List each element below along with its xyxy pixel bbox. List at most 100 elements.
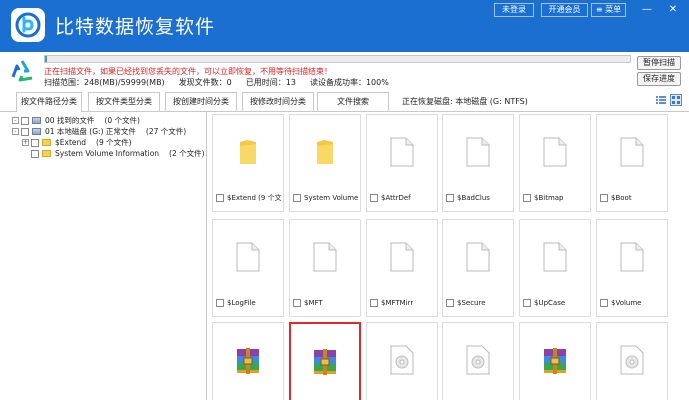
tree-checkbox[interactable] [21,116,29,125]
file-card[interactable]: $Bitmap [519,114,591,212]
file-checkbox[interactable] [446,299,454,307]
files-found-count: 发现文件数：0 [178,78,232,87]
file-card[interactable]: $Boot [596,114,668,212]
file-name: $LogFile [227,299,256,307]
app-logo-icon [11,8,45,42]
file-icon [597,220,667,294]
tree-item-count: (2 个文件) [169,149,205,158]
tree-expander-icon[interactable]: + [22,139,29,146]
tree-item-label: 01 本地磁盘 (G:) 正常文件 [45,127,136,136]
list-view-icon[interactable] [655,94,667,106]
elapsed-time: 已用时间：13 [245,78,296,87]
file-card[interactable] [442,322,514,400]
file-card[interactable] [596,322,668,400]
tab-file-search[interactable]: 文件搜索 [317,92,389,111]
file-checkbox[interactable] [293,194,301,202]
tree-item[interactable]: - 00 找到的文件 (0 个文件) [12,115,140,126]
tab-by-created[interactable]: 按创建时间分类 [165,92,237,111]
file-card[interactable]: $LogFile [212,219,284,317]
file-card-caption: $MFTMirr [370,297,435,309]
file-checkbox[interactable] [370,299,378,307]
file-card-caption: $MFT [293,297,358,309]
file-icon [290,220,360,294]
file-checkbox[interactable] [600,299,608,307]
file-card[interactable] [212,322,284,400]
scan-progress-bar [44,55,631,63]
recovering-disk-label: 正在恢复磁盘: 本地磁盘 (G: NTFS) [402,97,528,106]
file-name: System Volume In... [304,194,358,202]
file-icon [367,220,437,294]
file-card[interactable]: $MFTMirr [366,219,438,317]
pause-scan-button[interactable]: 暂停扫描 [637,56,681,70]
file-icon [520,115,590,189]
file-card[interactable]: $BadClus [442,114,514,212]
title-bar: 比特数据恢复软件 未登录 开通会员 ≡ 菜单 — ✕ [0,0,689,52]
category-tabs: 按文件路径分类 按文件类型分类 按创建时间分类 按修改时间分类 文件搜索 正在恢… [0,90,689,112]
file-card[interactable]: $Secure [442,219,514,317]
close-button[interactable]: ✕ [662,3,684,17]
tree-item-count: (0 个文件) [104,116,140,125]
tree-checkbox[interactable] [31,138,39,147]
file-checkbox[interactable] [216,299,224,307]
tab-by-modified[interactable]: 按修改时间分类 [242,92,314,111]
tree-checkbox[interactable] [21,127,29,136]
file-checkbox[interactable] [293,299,301,307]
file-card[interactable]: $Volume [596,219,668,317]
tree-item-label: $Extend [55,138,87,147]
file-name: $Extend (9 个文... [227,194,281,202]
file-card[interactable]: $AttrDef [366,114,438,212]
vip-button[interactable]: 开通会员 [541,3,588,17]
scan-stats: 扫描范围：248(MB)/59999(MB) 发现文件数：0 已用时间：13 读… [44,77,403,88]
file-name: $Secure [457,299,486,307]
file-checkbox[interactable] [523,299,531,307]
recycle-icon [11,60,33,82]
tree-item-label: System Volume Information [55,149,160,158]
tree-item[interactable]: System Volume Information (2 个文件) [22,148,205,159]
tree-item[interactable]: - 01 本地磁盘 (G:) 正常文件 (27 个文件) [12,126,186,137]
disc-image-icon [367,323,437,397]
file-card[interactable] [289,322,361,400]
login-button[interactable]: 未登录 [494,3,534,17]
file-checkbox[interactable] [600,194,608,202]
folder-icon [42,150,51,157]
file-icon [443,115,513,189]
file-name: $Bitmap [534,194,564,202]
file-name: $Volume [611,299,642,307]
tree-item[interactable]: + $Extend (9 个文件) [22,137,132,148]
rar-archive-icon [520,323,590,397]
file-card[interactable]: $MFT [289,219,361,317]
file-checkbox[interactable] [216,194,224,202]
rar-archive-icon [291,324,359,398]
tree-checkbox[interactable] [31,149,39,158]
file-card[interactable]: System Volume In... [289,114,361,212]
grid-view-icon[interactable] [670,94,682,106]
file-card-caption: $Secure [446,297,511,309]
tab-by-type[interactable]: 按文件类型分类 [88,92,160,111]
file-card-caption: $Bitmap [523,192,588,204]
file-icon [443,220,513,294]
tree-item-label: 00 找到的文件 [45,116,95,125]
read-success-rate: 读设备成功率：100% [309,78,389,87]
file-name: $Boot [611,194,632,202]
file-card-caption: System Volume In... [293,192,358,204]
tree-expander-icon[interactable]: - [12,117,19,124]
file-checkbox[interactable] [523,194,531,202]
menu-button[interactable]: ≡ 菜单 [591,3,626,17]
file-card[interactable] [366,322,438,400]
file-checkbox[interactable] [446,194,454,202]
minimize-button[interactable]: — [636,3,658,17]
file-name: $BadClus [457,194,490,202]
file-checkbox[interactable] [370,194,378,202]
file-card[interactable] [519,322,591,400]
disc-image-icon [597,323,667,397]
scan-warning-text: 正在扫描文件，如果已经找到您丢失的文件，可以立即恢复，不用等待扫描结束！ [44,67,332,76]
menu-label: 菜单 [605,5,622,14]
file-card[interactable]: $UpCase [519,219,591,317]
tree-item-count: (27 个文件) [145,127,187,136]
tab-by-path[interactable]: 按文件路径分类 [16,92,82,112]
drive-icon [32,128,41,135]
file-card[interactable]: $Extend (9 个文... [212,114,284,212]
tree-expander-icon[interactable]: - [12,128,19,135]
file-icon [520,220,590,294]
save-progress-button[interactable]: 保存进度 [637,72,681,86]
